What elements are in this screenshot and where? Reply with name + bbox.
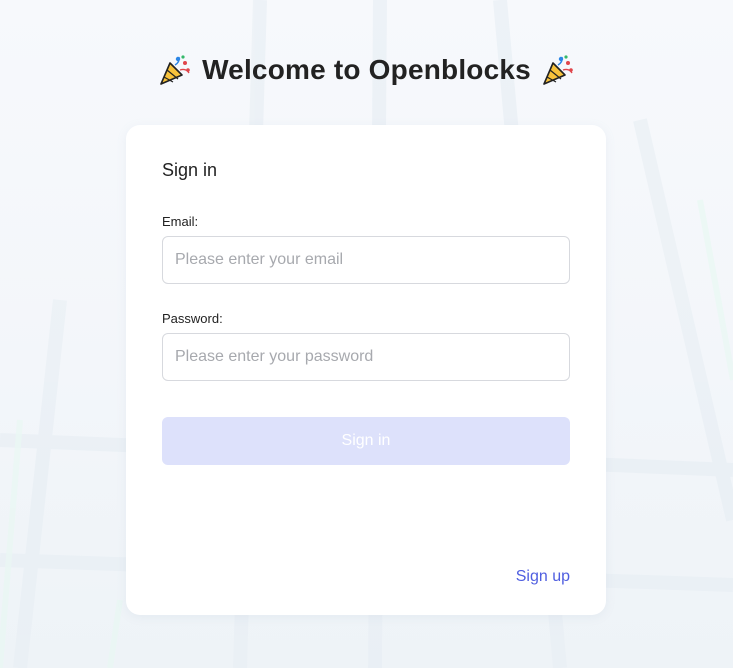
password-input[interactable] [162, 333, 570, 381]
card-title: Sign in [162, 160, 218, 180]
email-input[interactable] [162, 236, 570, 284]
password-label: Password: [162, 311, 223, 326]
party-popper-icon [543, 55, 573, 85]
email-label: Email: [162, 214, 199, 229]
sign-in-button[interactable]: Sign in [162, 417, 570, 465]
party-popper-icon [160, 55, 190, 85]
sign-up-link[interactable]: Sign up [516, 568, 570, 586]
page-title: Welcome to Openblocks [202, 54, 531, 85]
page-heading: Welcome to Openblocks [0, 50, 733, 90]
login-card: Sign in Email: Password: Sign in Sign up [126, 125, 606, 615]
